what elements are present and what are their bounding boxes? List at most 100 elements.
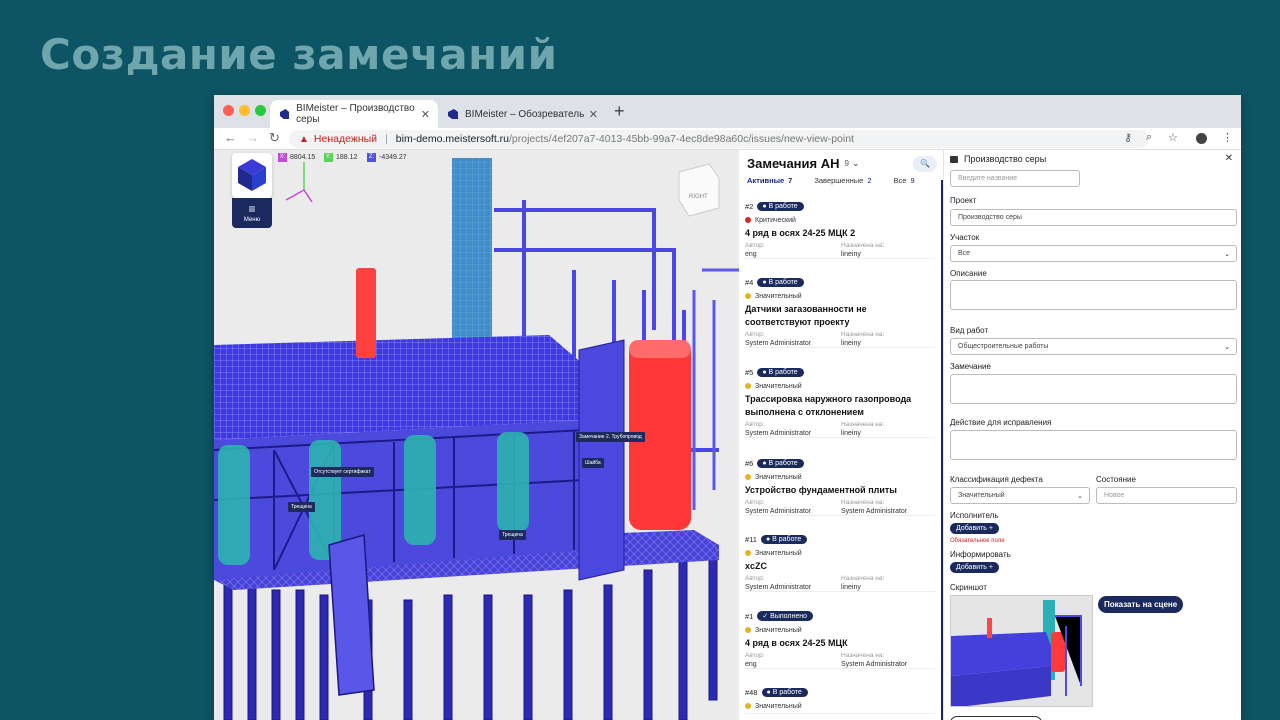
remark-textarea[interactable] xyxy=(950,374,1237,404)
security-label[interactable]: Ненадежный xyxy=(314,133,377,145)
issues-title[interactable]: Замечания АН xyxy=(747,156,840,171)
status-badge[interactable]: ● В работе xyxy=(760,534,808,544)
tab-production[interactable]: BIMeister – Производство серы ✕ xyxy=(270,100,438,128)
star-icon[interactable]: ☆ xyxy=(1168,131,1178,144)
tab-completed[interactable]: Завершенные 2 xyxy=(814,176,871,192)
status-badge[interactable]: ● В работе xyxy=(757,367,804,377)
issue-marker[interactable]: Трещина xyxy=(288,502,315,512)
axis-z-badge: Z: xyxy=(367,153,376,162)
priority-dot-icon xyxy=(745,474,751,480)
issue-marker[interactable]: Шайба xyxy=(582,458,604,468)
menu-button[interactable]: ≡ Меню xyxy=(232,198,272,228)
issue-number: #5 xyxy=(745,367,754,377)
close-tab-icon[interactable]: ✕ xyxy=(589,108,598,121)
status-badge[interactable]: ● В работе xyxy=(761,687,808,697)
issue-header-row: #5 ● В работе xyxy=(745,365,935,379)
form-secondary-button[interactable] xyxy=(950,716,1042,720)
model-viewport[interactable]: RIGHT ≡ Меню X: 8804.15 Y: 188.12 Z: -43… xyxy=(214,150,739,720)
search-icon[interactable]: 🔍 xyxy=(913,156,937,172)
view-cube-label[interactable]: RIGHT xyxy=(689,194,708,200)
assignee-label: Назначена на: xyxy=(841,652,885,659)
state-label: Состояние xyxy=(1096,475,1136,484)
author-value: System Administrator xyxy=(745,430,812,437)
defect-class-label: Классификация дефекта xyxy=(950,475,1043,484)
add-inform-button[interactable]: Добавить + xyxy=(950,562,999,573)
issue-card[interactable]: #4 ● В работе Значительный Датчики загазова… xyxy=(745,275,935,348)
reload-icon[interactable]: ↻ xyxy=(269,130,280,146)
tab-explorer[interactable]: BIMeister – Обозреватель ✕ xyxy=(438,100,606,128)
show-on-scene-button[interactable]: Показать на сцене xyxy=(1098,596,1184,613)
issue-meta: Автор: eng Назначена на: System Administrat… xyxy=(745,652,935,668)
minimize-window-button[interactable] xyxy=(239,105,250,116)
assignee-label: Назначена на: xyxy=(841,499,885,506)
issue-name-input[interactable]: Введите название xyxy=(950,170,1080,187)
defect-class-select[interactable]: Значительный ⌄ xyxy=(950,487,1090,504)
forward-icon[interactable]: → xyxy=(246,130,259,145)
key-icon[interactable]: ⚷ xyxy=(1124,131,1132,144)
status-badge[interactable]: ● В работе xyxy=(757,458,804,468)
more-menu-icon[interactable]: ⋮ xyxy=(1222,131,1233,144)
model-3d-render[interactable]: RIGHT xyxy=(214,150,739,720)
author-value: eng xyxy=(745,661,757,668)
maximize-window-button[interactable] xyxy=(255,105,266,116)
close-icon[interactable]: ✕ xyxy=(1225,153,1233,164)
back-icon[interactable]: ← xyxy=(224,130,237,145)
tab-label: BIMeister – Обозреватель xyxy=(465,108,585,120)
priority-row: Значительный xyxy=(745,470,935,484)
work-type-select[interactable]: Общестроительные работы ⌄ xyxy=(950,338,1237,355)
assignee-value: lineiny xyxy=(841,430,861,437)
url-input[interactable]: ▲ Ненадежный | bim-demo.meistersoft.ru /… xyxy=(289,130,1149,148)
coord-x: X: 8804.15 xyxy=(278,153,315,162)
assignee-value: System Administrator xyxy=(841,508,908,515)
fix-action-textarea[interactable] xyxy=(950,430,1237,460)
close-window-button[interactable] xyxy=(223,105,234,116)
issue-card[interactable]: #48 ● В работе Значительный xyxy=(745,685,935,714)
issue-marker[interactable]: Отсутствует сертификат xyxy=(311,467,374,477)
issue-marker[interactable]: Трещина xyxy=(499,530,526,540)
issue-number: #4 xyxy=(745,277,754,287)
issue-card[interactable]: #2 ● В работе Критический 4 ряд в осях 24-2… xyxy=(745,199,935,259)
author-value: System Administrator xyxy=(745,584,812,591)
zoom-icon[interactable]: ⌕ xyxy=(1146,131,1152,144)
issue-marker[interactable]: Замечание 2. Трубопровод xyxy=(576,432,645,442)
screenshot-thumbnail[interactable] xyxy=(950,595,1093,707)
priority-dot-icon xyxy=(745,383,751,389)
address-bar: ← → ↻ ▲ Ненадежный | bim-demo.meistersof… xyxy=(214,128,1241,150)
inform-label: Информировать xyxy=(950,550,1011,559)
issue-card[interactable]: #6 ● В работе Значительный Устройство фунда… xyxy=(745,456,935,516)
project-field[interactable]: Производство серы xyxy=(950,209,1237,226)
priority-dot-icon xyxy=(745,217,751,223)
priority-label: Значительный xyxy=(755,702,802,710)
priority-label: Значительный xyxy=(755,549,802,557)
state-field[interactable]: Новое xyxy=(1096,487,1237,504)
area-select[interactable]: Все ⌄ xyxy=(950,245,1237,262)
issue-card[interactable]: #11 ● В работе Значительный xcZC Автор: Syste… xyxy=(745,532,935,592)
tab-all[interactable]: Все 9 xyxy=(894,176,915,192)
bimeister-logo-icon xyxy=(280,109,290,119)
new-tab-button[interactable]: + xyxy=(614,101,625,122)
status-badge[interactable]: ✓ Выполнено xyxy=(757,611,813,621)
author-label: Автор: xyxy=(745,242,765,249)
chevron-down-icon: ⌄ xyxy=(1224,343,1230,351)
issue-card[interactable]: #5 ● В работе Значительный Трассировка нару… xyxy=(745,365,935,438)
status-badge[interactable]: ● В работе xyxy=(757,201,804,211)
status-badge[interactable]: ● В работе xyxy=(757,277,804,287)
add-executor-button[interactable]: Добавить + xyxy=(950,523,999,534)
priority-dot-icon xyxy=(745,703,751,709)
description-label: Описание xyxy=(950,269,987,278)
coord-y: Y: 188.12 xyxy=(324,153,357,162)
chevron-down-icon[interactable]: ⌄ xyxy=(852,158,860,169)
issue-title: Трассировка наружного газопровода выполн… xyxy=(745,394,912,417)
profile-icon[interactable] xyxy=(1196,133,1207,144)
issue-card[interactable]: #1 ✓ Выполнено Значительный 4 ряд в осях 24… xyxy=(745,609,935,669)
issue-number: #6 xyxy=(745,458,754,468)
bimeister-logo[interactable] xyxy=(232,153,272,198)
coord-z: Z: -4349.27 xyxy=(367,153,407,162)
chevron-down-icon: ⌄ xyxy=(1077,492,1083,500)
close-tab-icon[interactable]: ✕ xyxy=(421,108,430,121)
project-label: Проект xyxy=(950,196,977,205)
priority-row: Значительный xyxy=(745,546,935,560)
description-textarea[interactable] xyxy=(950,280,1237,310)
bimeister-logo-icon xyxy=(448,109,458,119)
tab-active[interactable]: Активные 7 xyxy=(747,176,792,192)
